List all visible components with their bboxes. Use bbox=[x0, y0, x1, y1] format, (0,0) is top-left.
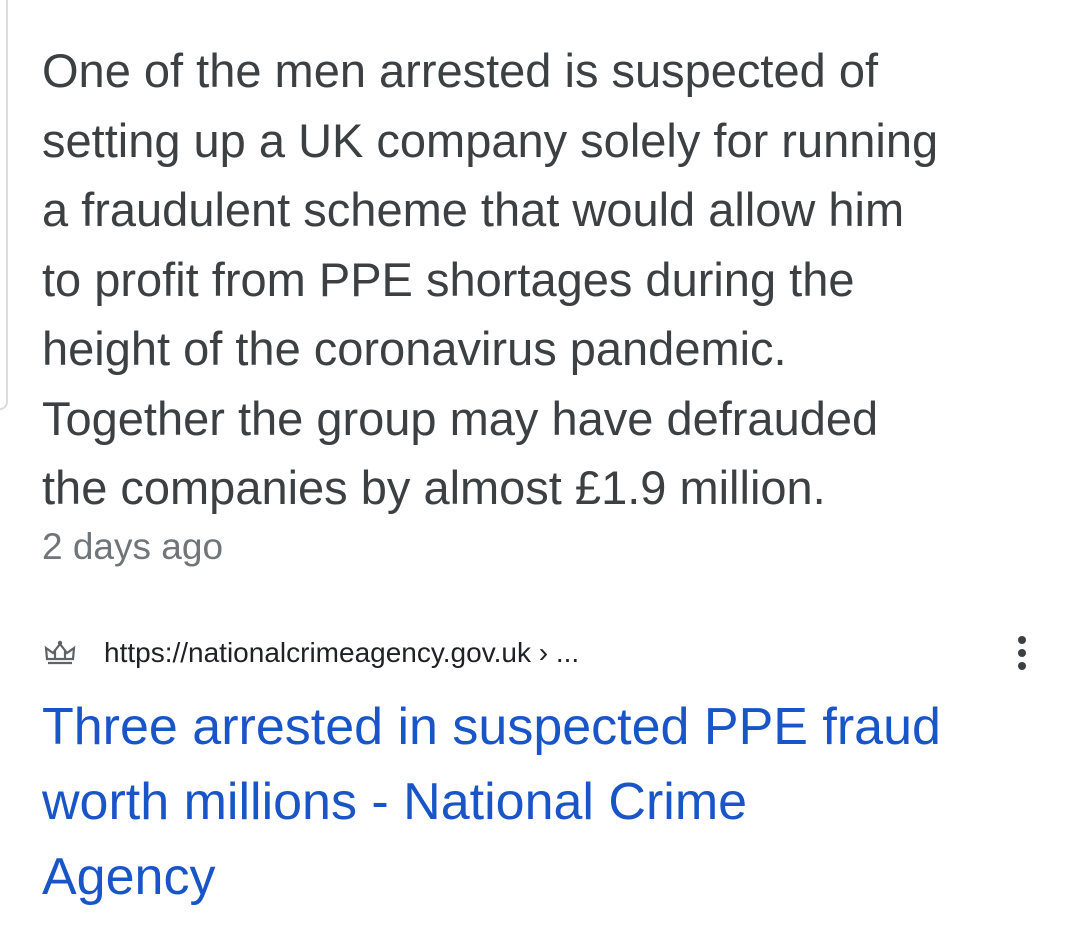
result-title-line: worth millions - National Crime bbox=[42, 773, 748, 831]
result-title-link[interactable]: Three arrested in suspected PPE fraud wo… bbox=[42, 690, 1052, 915]
result-snippet: One of the men arrested is suspected of … bbox=[42, 36, 1052, 523]
snippet-line: the companies by almost £1.9 million. bbox=[42, 461, 826, 514]
previous-card-edge bbox=[0, 0, 8, 410]
result-source[interactable]: https://nationalcrimeagency.gov.uk › ... bbox=[42, 628, 1037, 678]
result-title-line: Agency bbox=[42, 848, 216, 906]
snippet-timestamp: 2 days ago bbox=[42, 526, 224, 567]
snippet-line: One of the men arrested is suspected of bbox=[42, 44, 879, 97]
result-title-line: Three arrested in suspected PPE fraud bbox=[42, 698, 941, 756]
source-url[interactable]: https://nationalcrimeagency.gov.uk › ... bbox=[104, 637, 579, 669]
snippet-line: Together the group may have defrauded bbox=[42, 391, 879, 445]
crown-icon bbox=[42, 638, 78, 668]
snippet-line: height of the coronavirus pandemic. bbox=[42, 322, 787, 375]
more-vert-icon bbox=[1018, 636, 1026, 670]
more-options-button[interactable] bbox=[1007, 628, 1037, 678]
snippet-line: to profit from PPE shortages during the bbox=[42, 252, 855, 306]
snippet-line: a fraudulent scheme that would allow him bbox=[42, 183, 905, 236]
snippet-line: setting up a UK company solely for runni… bbox=[42, 113, 939, 167]
